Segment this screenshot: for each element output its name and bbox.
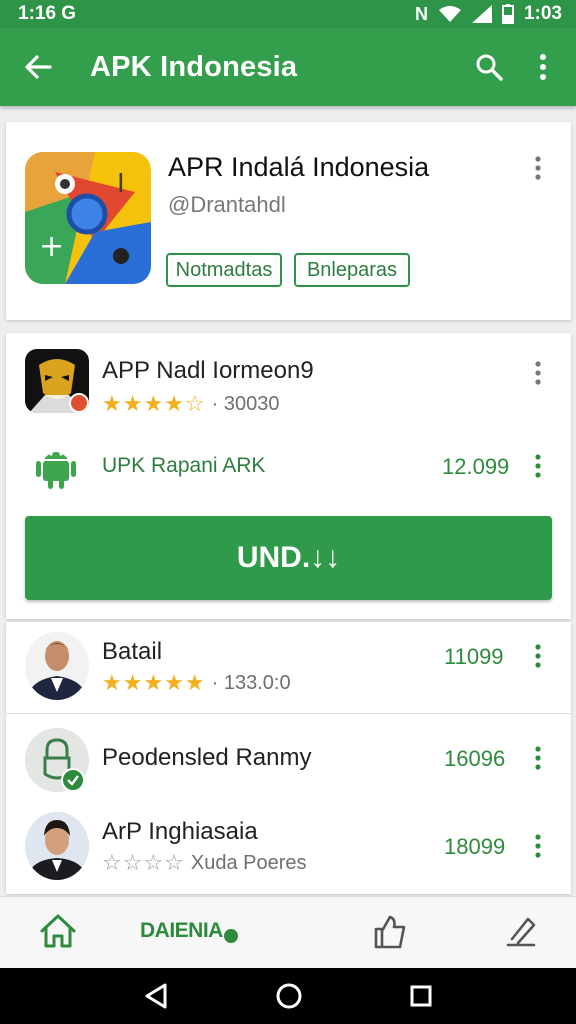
list-item-count: 11099 — [444, 644, 504, 669]
list-item-title: Peodensled Ranmy — [102, 744, 312, 771]
kebab-icon — [535, 644, 541, 668]
nav-home-button[interactable] — [38, 911, 82, 955]
battery-icon — [501, 4, 514, 24]
nfc-icon: N — [414, 3, 428, 24]
featured-app-card[interactable]: + I APR Indalá Indonesia @Drantahdl Notm… — [6, 122, 571, 320]
thumbs-up-icon — [374, 915, 406, 949]
nav-daienia-tab[interactable]: DAIENIA — [140, 919, 238, 943]
list-item-title: ArP Inghiasaia — [102, 818, 258, 845]
svg-text:I: I — [117, 169, 125, 199]
app1-rating-count: · 30030 — [211, 392, 280, 415]
arrow-left-icon — [25, 55, 52, 79]
edit-icon — [506, 917, 536, 947]
app1-sub-count: 12.099 — [442, 454, 510, 479]
status-time-right: 1:03 — [523, 3, 562, 24]
chip-bnleparas[interactable]: Bnleparas — [294, 253, 410, 287]
list-item-title: Batail — [102, 638, 163, 665]
app1-rating: ★★★★☆ · 30030 — [102, 391, 279, 417]
list-item-count: 18099 — [444, 834, 506, 859]
home-nav-icon[interactable] — [275, 982, 303, 1010]
page-title: APK Indonesia — [90, 50, 298, 83]
chip-notmadtas[interactable]: Notmadtas — [166, 253, 282, 287]
list-item-meta: · 133.0:0 — [211, 671, 291, 694]
kebab-icon — [535, 746, 541, 770]
app1-title: APP Nadl Iormeon9 — [102, 357, 314, 384]
badge-icon — [223, 929, 238, 943]
back-button[interactable] — [0, 28, 76, 106]
app1-rating-stars: ★★★★☆ — [102, 391, 206, 416]
install-button[interactable]: UND.↓↓ — [25, 516, 552, 600]
nav-share-button[interactable] — [370, 913, 410, 953]
home-icon — [40, 914, 76, 948]
kebab-icon — [535, 454, 541, 478]
list-item[interactable]: ArP Inghiasaia ☆☆☆☆ Xuda Poeres 18099 — [6, 810, 571, 890]
featured-more-button[interactable] — [523, 148, 553, 188]
kebab-icon — [535, 834, 541, 858]
avatar — [25, 812, 89, 880]
app1-more-button[interactable] — [523, 353, 553, 393]
status-time-left: 1:16 G — [18, 3, 77, 24]
featured-app-icon[interactable]: + I — [25, 152, 151, 284]
system-navigation-bar — [0, 968, 576, 1024]
featured-app-handle: @Drantahdl — [168, 192, 286, 217]
kebab-icon — [535, 361, 541, 385]
list-item[interactable]: Batail ★★★★★ · 133.0:0 11099 — [6, 622, 571, 714]
list-item-count: 16096 — [444, 746, 506, 771]
search-icon — [476, 54, 503, 81]
app1-icon[interactable] — [25, 349, 89, 413]
nav-daienia-label: DAIENIA — [140, 919, 223, 942]
recents-nav-icon[interactable] — [409, 984, 433, 1008]
avatar — [25, 632, 89, 700]
featured-app-title: APR Indalá Indonesia — [168, 152, 430, 182]
bottom-navigation: DAIENIA — [0, 896, 576, 968]
app-list-card: Batail ★★★★★ · 133.0:0 11099 Peodensled … — [6, 622, 571, 894]
list-item-more-button[interactable] — [523, 738, 553, 778]
kebab-icon — [540, 54, 546, 80]
list-item[interactable]: Peodensled Ranmy 16096 — [6, 726, 571, 798]
list-item-more-button[interactable] — [523, 826, 553, 866]
svg-text:+: + — [39, 229, 64, 264]
back-nav-icon[interactable] — [143, 982, 169, 1010]
status-bar: 1:16 G N 1:03 — [0, 0, 576, 28]
nav-edit-button[interactable] — [502, 913, 542, 953]
signal-icon — [471, 5, 492, 23]
list-item-meta: Xuda Poeres — [190, 851, 307, 874]
list-item-more-button[interactable] — [523, 636, 553, 676]
kebab-icon — [535, 156, 541, 180]
lock-app-icon — [25, 728, 89, 792]
list-item-stars: ☆☆☆☆ — [102, 850, 185, 875]
search-button[interactable] — [462, 28, 516, 106]
app-bar: APK Indonesia — [0, 28, 576, 106]
app1-sub-more-button[interactable] — [523, 446, 553, 486]
list-item-stars: ★★★★★ — [102, 670, 206, 695]
more-options-button[interactable] — [516, 28, 570, 106]
app1-sub-label: UPK Rapani ARK — [102, 454, 266, 477]
android-icon — [36, 445, 76, 494]
wifi-icon — [438, 6, 461, 22]
